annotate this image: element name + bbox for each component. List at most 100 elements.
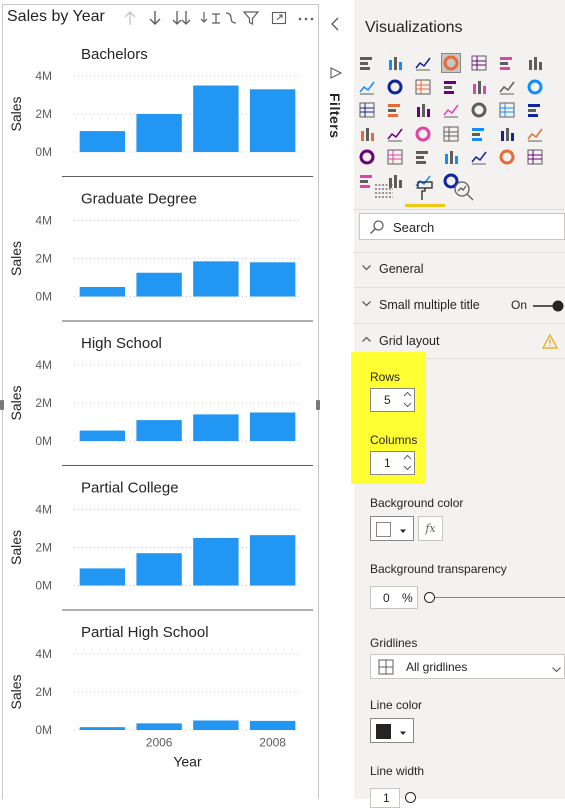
fields-tab-icon[interactable] xyxy=(373,180,395,202)
x-tick-label: 2008 xyxy=(259,736,286,750)
stacked-bar-chart-icon[interactable] xyxy=(358,54,376,72)
divider xyxy=(354,323,565,324)
search-input[interactable] xyxy=(359,213,565,240)
divider xyxy=(354,209,565,210)
pie-chart-icon[interactable] xyxy=(386,101,404,119)
gridlines-dropdown[interactable]: All gridlines xyxy=(370,654,565,679)
stacked-column-chart-icon[interactable] xyxy=(386,54,404,72)
shape-map-icon[interactable] xyxy=(526,101,544,119)
analytics-tab-icon[interactable] xyxy=(453,180,475,202)
smart-narrative-icon[interactable] xyxy=(526,148,544,166)
chevron-up-icon[interactable] xyxy=(403,390,412,399)
y-tick-label: 0M xyxy=(35,290,52,304)
y-tick-label: 4M xyxy=(35,358,52,372)
y-axis-label: Sales xyxy=(8,241,24,276)
decomposition-tree-icon[interactable] xyxy=(470,148,488,166)
y-tick-label: 0M xyxy=(35,145,52,159)
line-width-value: 1 xyxy=(383,791,390,805)
format-tab-icon[interactable] xyxy=(414,180,436,202)
azure-map-icon[interactable] xyxy=(358,125,376,143)
y-tick-label: 2M xyxy=(35,685,52,699)
clustered-column-chart-icon[interactable] xyxy=(441,53,461,73)
active-tab-indicator xyxy=(405,204,445,207)
background-color-picker[interactable] xyxy=(370,516,414,541)
bar xyxy=(193,261,239,297)
slicer-icon[interactable] xyxy=(498,125,516,143)
line-and-clustered-column-chart-icon[interactable] xyxy=(442,78,460,96)
toggle-switch[interactable] xyxy=(532,299,565,318)
line-width-input[interactable]: 1 xyxy=(370,788,400,808)
bar xyxy=(79,287,126,297)
line-chart-icon[interactable] xyxy=(526,54,544,72)
matrix-icon[interactable] xyxy=(358,148,376,166)
columns-stepper[interactable]: 1 xyxy=(370,451,415,475)
section-label: General xyxy=(379,262,424,276)
treemap-icon[interactable] xyxy=(442,101,460,119)
section-small-multiple-title[interactable]: Small multiple title On xyxy=(354,289,565,323)
bar xyxy=(136,553,182,586)
bar xyxy=(193,538,239,586)
transparency-slider-thumb[interactable] xyxy=(424,592,435,603)
100-stacked-bar-chart-icon[interactable] xyxy=(470,54,488,72)
table-icon[interactable] xyxy=(526,125,544,143)
gridlines-label: Gridlines xyxy=(370,636,418,650)
stacked-area-chart-icon[interactable] xyxy=(386,78,404,96)
waterfall-chart-icon[interactable] xyxy=(498,78,516,96)
scatter-chart-icon[interactable] xyxy=(358,101,376,119)
gauge-icon[interactable] xyxy=(386,125,404,143)
rows-stepper[interactable]: 5 xyxy=(370,388,415,412)
line-width-slider-thumb[interactable] xyxy=(405,792,416,803)
card-icon[interactable] xyxy=(414,125,432,143)
area-chart-icon[interactable] xyxy=(358,78,376,96)
multi-row-card-icon[interactable] xyxy=(442,125,460,143)
filter-pane-icon[interactable] xyxy=(329,66,343,80)
y-axis-label: Sales xyxy=(8,674,24,709)
key-influencers-icon[interactable] xyxy=(442,148,460,166)
search-placeholder: Search xyxy=(393,220,435,235)
bar xyxy=(136,723,182,730)
panel-title: Partial High School xyxy=(81,624,209,641)
chevron-down-icon[interactable] xyxy=(403,400,412,409)
100-stacked-column-chart-icon[interactable] xyxy=(498,54,516,72)
rows-value: 5 xyxy=(384,393,391,407)
search-icon xyxy=(369,219,385,240)
bar xyxy=(79,430,126,441)
transparency-unit: % xyxy=(402,591,413,605)
collapse-pane-icon[interactable] xyxy=(325,14,345,34)
section-general[interactable]: General xyxy=(354,253,565,287)
chevron-down-icon xyxy=(361,261,372,276)
color-swatch xyxy=(376,724,391,739)
map-icon[interactable] xyxy=(470,101,488,119)
chevron-down-icon[interactable] xyxy=(403,463,412,472)
line-color-picker[interactable] xyxy=(370,718,414,743)
y-tick-label: 2M xyxy=(35,107,52,121)
python-visual-icon[interactable] xyxy=(414,148,432,166)
kpi-icon[interactable] xyxy=(470,125,488,143)
filled-map-icon[interactable] xyxy=(498,101,516,119)
columns-label: Columns xyxy=(370,433,418,447)
caret-down-icon xyxy=(398,725,408,743)
transparency-input[interactable]: 0 % xyxy=(370,586,418,609)
line-and-column-chart-icon[interactable] xyxy=(414,78,432,96)
y-tick-label: 4M xyxy=(35,503,52,517)
chevron-down-icon xyxy=(361,297,372,312)
funnel-chart-icon[interactable] xyxy=(526,78,544,96)
donut-chart-icon[interactable] xyxy=(414,101,432,119)
r-visual-icon[interactable] xyxy=(386,148,404,166)
bar xyxy=(249,262,296,297)
chevron-up-icon[interactable] xyxy=(403,453,412,462)
filters-pane-label[interactable]: Filters xyxy=(327,93,343,139)
conditional-formatting-button[interactable]: fx xyxy=(418,516,443,541)
transparency-slider-track[interactable] xyxy=(429,597,565,598)
ribbon-chart-icon[interactable] xyxy=(470,78,488,96)
all-gridlines-icon xyxy=(378,659,394,680)
divider xyxy=(354,287,565,288)
x-tick-label: 2006 xyxy=(146,736,173,750)
clustered-bar-chart-icon[interactable] xyxy=(414,54,432,72)
section-label: Grid layout xyxy=(379,334,440,348)
bar xyxy=(193,720,239,730)
qa-icon[interactable] xyxy=(498,148,516,166)
gridlines-value: All gridlines xyxy=(406,660,468,674)
bar xyxy=(79,131,126,152)
transparency-value: 0 xyxy=(383,591,390,605)
